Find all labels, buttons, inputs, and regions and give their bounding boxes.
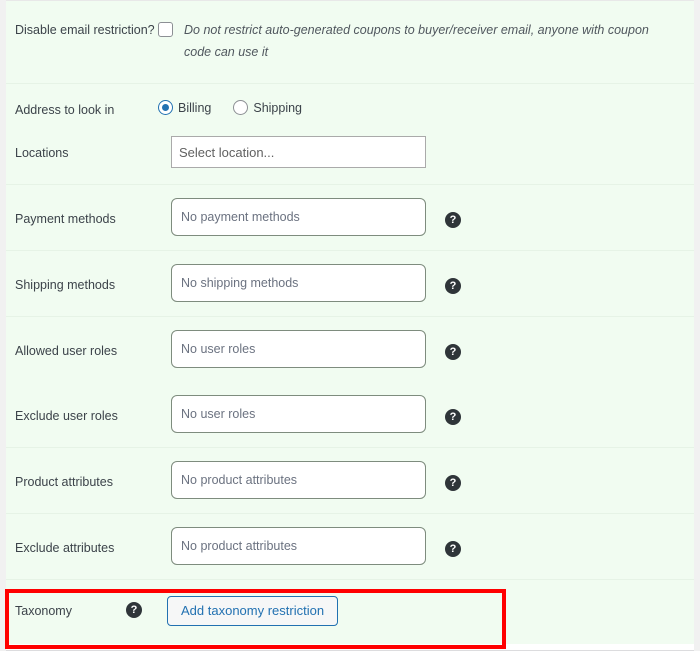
field-allowed-user-roles: No user roles ?	[158, 330, 694, 368]
exclude-attributes-select[interactable]: No product attributes	[171, 527, 426, 565]
panel-bottom-divider	[6, 650, 694, 651]
help-icon-exclude-attributes[interactable]: ?	[445, 541, 461, 557]
row-locations: Locations Select location...	[6, 126, 694, 184]
payment-methods-placeholder: No payment methods	[181, 210, 300, 224]
row-disable-email-restriction: Disable email restriction? Do not restri…	[6, 0, 694, 83]
field-taxonomy: ? Add taxonomy restriction	[126, 596, 694, 626]
row-allowed-user-roles: Allowed user roles No user roles ?	[6, 316, 694, 382]
help-icon-payment-methods[interactable]: ?	[445, 212, 461, 228]
label-address-to-look-in: Address to look in	[15, 103, 115, 117]
help-icon-product-attributes[interactable]: ?	[445, 475, 461, 491]
help-icon-allowed-user-roles[interactable]: ?	[445, 344, 461, 360]
address-radio-group: Billing Shipping	[158, 100, 324, 115]
field-address-to-look-in: Billing Shipping	[158, 100, 694, 115]
payment-methods-select[interactable]: No payment methods	[171, 198, 426, 236]
shipping-methods-placeholder: No shipping methods	[181, 276, 299, 290]
row-taxonomy: Taxonomy ? Add taxonomy restriction	[6, 579, 694, 644]
product-attributes-placeholder: No product attributes	[181, 473, 298, 487]
field-exclude-user-roles: No user roles ?	[158, 395, 694, 433]
help-icon-exclude-user-roles[interactable]: ?	[445, 409, 461, 425]
exclude-user-roles-select[interactable]: No user roles	[171, 395, 426, 433]
label-allowed-user-roles: Allowed user roles	[15, 344, 118, 358]
exclude-attributes-placeholder: No product attributes	[181, 539, 298, 553]
product-attributes-select[interactable]: No product attributes	[171, 461, 426, 499]
screenshot-root: Disable email restriction? Do not restri…	[0, 0, 700, 662]
label-product-attributes: Product attributes	[15, 475, 113, 489]
field-locations: Select location...	[158, 136, 694, 168]
field-exclude-attributes: No product attributes ?	[158, 527, 694, 565]
label-exclude-attributes: Exclude attributes	[15, 541, 115, 555]
shipping-methods-select[interactable]: No shipping methods	[171, 264, 426, 302]
row-exclude-attributes: Exclude attributes No product attributes…	[6, 513, 694, 579]
label-locations: Locations	[15, 146, 69, 160]
allowed-user-roles-placeholder: No user roles	[181, 342, 256, 356]
label-taxonomy: Taxonomy	[15, 604, 72, 618]
coupon-restrictions-panel: Disable email restriction? Do not restri…	[6, 0, 694, 644]
exclude-user-roles-placeholder: No user roles	[181, 407, 256, 421]
label-payment-methods: Payment methods	[15, 212, 116, 226]
field-disable-email-restriction: Do not restrict auto-generated coupons t…	[158, 19, 694, 63]
disable-email-restriction-checkbox[interactable]	[158, 22, 173, 37]
allowed-user-roles-select[interactable]: No user roles	[171, 330, 426, 368]
locations-select[interactable]: Select location...	[171, 136, 426, 168]
radio-billing-input[interactable]	[158, 100, 173, 115]
page-gutter-right	[694, 0, 700, 651]
radio-option-billing[interactable]: Billing	[158, 100, 211, 115]
add-taxonomy-restriction-button[interactable]: Add taxonomy restriction	[167, 596, 339, 626]
field-payment-methods: No payment methods ?	[158, 198, 694, 236]
field-product-attributes: No product attributes ?	[158, 461, 694, 499]
help-icon-shipping-methods[interactable]: ?	[445, 278, 461, 294]
label-exclude-user-roles: Exclude user roles	[15, 409, 118, 423]
radio-option-shipping[interactable]: Shipping	[233, 100, 302, 115]
row-shipping-methods: Shipping methods No shipping methods ?	[6, 250, 694, 316]
label-disable-email-restriction: Disable email restriction?	[15, 23, 155, 37]
row-product-attributes: Product attributes No product attributes…	[6, 447, 694, 513]
radio-shipping-label: Shipping	[253, 100, 303, 115]
row-address-to-look-in: Address to look in Billing Shipping	[6, 83, 694, 126]
radio-shipping-input[interactable]	[233, 100, 249, 115]
disable-email-restriction-description: Do not restrict auto-generated coupons t…	[184, 23, 649, 59]
help-icon-taxonomy[interactable]: ?	[126, 602, 142, 618]
row-exclude-user-roles: Exclude user roles No user roles ?	[6, 382, 694, 447]
radio-billing-label: Billing	[178, 100, 212, 115]
label-shipping-methods: Shipping methods	[15, 278, 116, 292]
row-payment-methods: Payment methods No payment methods ?	[6, 184, 694, 250]
field-shipping-methods: No shipping methods ?	[158, 264, 694, 302]
locations-select-placeholder: Select location...	[179, 144, 275, 160]
